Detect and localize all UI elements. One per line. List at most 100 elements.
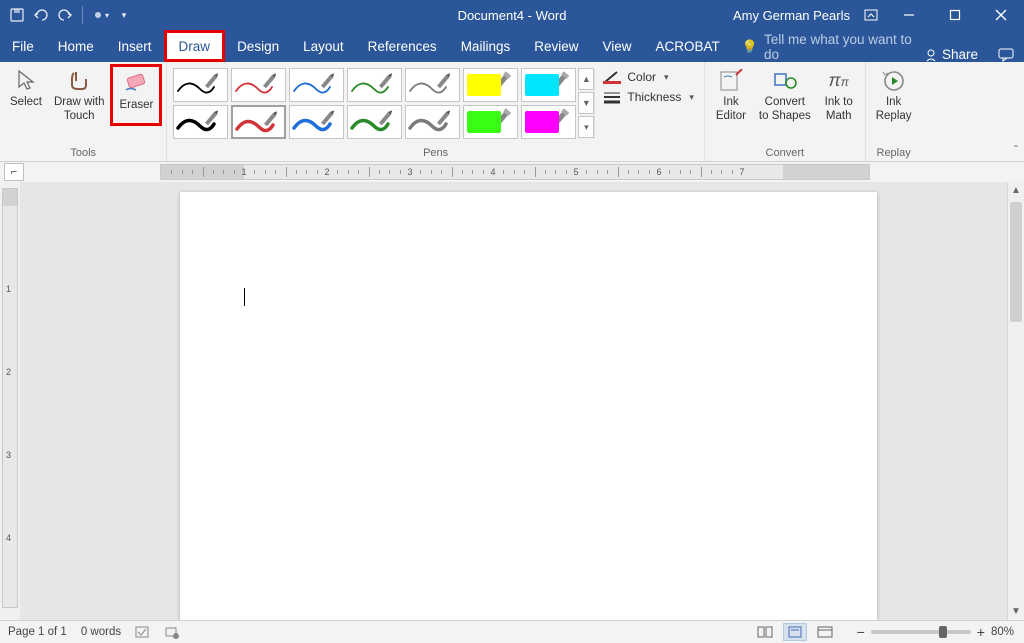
pen-swatch[interactable] — [347, 105, 402, 139]
tab-references[interactable]: References — [356, 30, 449, 62]
page-indicator[interactable]: Page 1 of 1 — [8, 626, 67, 638]
document-area: 1234 ▲ ▼ — [0, 182, 1024, 620]
to-math-label-1: Ink to — [825, 96, 853, 110]
read-mode-button[interactable] — [753, 623, 777, 641]
horizontal-ruler[interactable]: 1234567 — [160, 164, 870, 180]
text-cursor — [244, 288, 245, 306]
convert-to-shapes-button[interactable]: Convert to Shapes — [753, 64, 817, 124]
tab-file[interactable]: File — [0, 30, 46, 62]
ink-editor-label-1: Ink — [723, 96, 738, 110]
replay-icon — [878, 68, 910, 94]
pen-color-label: Color — [627, 70, 656, 84]
ink-editor-label-2: Editor — [716, 110, 746, 124]
pen-color-dropdown[interactable]: Color ▾ — [603, 70, 694, 84]
collapse-ribbon-icon[interactable]: ˆ — [1014, 143, 1018, 157]
tab-acrobat[interactable]: ACROBAT — [644, 30, 732, 62]
ink-editor-icon — [715, 68, 747, 94]
maximize-button[interactable] — [932, 0, 978, 30]
quick-access-toolbar: ▾ ▾ — [0, 4, 135, 26]
pen-swatch[interactable] — [405, 68, 460, 102]
minimize-button[interactable] — [886, 0, 932, 30]
pens-scroll-up[interactable]: ▲ — [578, 68, 594, 90]
tab-design[interactable]: Design — [225, 30, 291, 62]
redo-icon[interactable] — [54, 4, 76, 26]
zoom-slider-handle[interactable] — [939, 626, 947, 638]
zoom-slider[interactable] — [871, 630, 971, 634]
ink-to-math-button[interactable]: ππ Ink to Math — [817, 64, 861, 124]
close-button[interactable] — [978, 0, 1024, 30]
group-convert: Ink Editor Convert to Shapes ππ Ink to M… — [705, 62, 866, 161]
select-label: Select — [10, 96, 42, 110]
tab-mailings[interactable]: Mailings — [449, 30, 523, 62]
spellcheck-icon[interactable] — [135, 625, 151, 639]
web-layout-button[interactable] — [813, 623, 837, 641]
word-count[interactable]: 0 words — [81, 626, 121, 638]
tab-selector[interactable]: ⌐ — [4, 163, 24, 181]
vertical-scrollbar[interactable]: ▲ ▼ — [1007, 182, 1024, 620]
pen-swatch[interactable] — [347, 68, 402, 102]
tab-layout[interactable]: Layout — [291, 30, 356, 62]
zoom-in-button[interactable]: + — [977, 624, 985, 640]
ink-replay-button[interactable]: Ink Replay — [870, 64, 918, 124]
scroll-down-icon[interactable]: ▼ — [1008, 603, 1024, 620]
touch-mode-icon[interactable]: ▾ — [89, 4, 111, 26]
tab-insert[interactable]: Insert — [106, 30, 164, 62]
pen-swatch[interactable] — [521, 68, 576, 102]
macro-record-icon[interactable] — [165, 625, 179, 639]
pen-swatch[interactable] — [231, 68, 286, 102]
zoom-out-button[interactable]: − — [857, 624, 865, 640]
pen-swatch[interactable] — [231, 105, 286, 139]
vertical-ruler-container: 1234 — [0, 182, 20, 620]
pen-swatch[interactable] — [463, 105, 518, 139]
pens-scroll-down[interactable]: ▼ — [578, 92, 594, 114]
save-icon[interactable] — [6, 4, 28, 26]
tell-me-search[interactable]: 💡 Tell me what you want to do — [732, 32, 914, 62]
to-shapes-label-2: to Shapes — [759, 110, 811, 124]
pen-swatch[interactable] — [463, 68, 518, 102]
titlebar: ▾ ▾ Document4 - Word Amy German Pearls — [0, 0, 1024, 30]
draw-with-touch-button[interactable]: Draw with Touch — [48, 64, 110, 124]
undo-icon[interactable] — [30, 4, 52, 26]
pen-swatch[interactable] — [405, 105, 460, 139]
tell-me-placeholder: Tell me what you want to do — [764, 32, 914, 62]
ink-editor-button[interactable]: Ink Editor — [709, 64, 753, 124]
pen-swatch[interactable] — [173, 105, 228, 139]
tab-review[interactable]: Review — [522, 30, 590, 62]
share-label: Share — [942, 47, 978, 62]
pens-gallery: ▲ ▼ ▾ — [171, 64, 594, 141]
ribbon-display-options-icon[interactable] — [856, 4, 886, 26]
pen-swatch[interactable] — [173, 68, 228, 102]
ruler-number: 5 — [573, 167, 578, 177]
document-page[interactable] — [180, 192, 877, 620]
group-pens-label: Pens — [171, 145, 700, 161]
ruler-number: 2 — [324, 167, 329, 177]
qat-customize-icon[interactable]: ▾ — [113, 4, 135, 26]
pen-swatch[interactable] — [289, 68, 344, 102]
page-viewport[interactable] — [20, 182, 1024, 620]
share-button[interactable]: Share — [914, 47, 988, 62]
to-math-label-2: Math — [826, 110, 852, 124]
draw-touch-label-2: Touch — [64, 110, 95, 124]
pen-swatch[interactable] — [289, 105, 344, 139]
lightbulb-icon: 💡 — [742, 39, 758, 55]
pens-gallery-scroll: ▲ ▼ ▾ — [578, 64, 594, 141]
user-name[interactable]: Amy German Pearls — [733, 8, 856, 23]
tab-draw[interactable]: Draw — [164, 30, 226, 62]
ruler-number: 1 — [241, 167, 246, 177]
scrollbar-thumb[interactable] — [1010, 202, 1022, 322]
group-convert-label: Convert — [709, 145, 861, 161]
select-button[interactable]: Select — [4, 64, 48, 110]
vertical-ruler[interactable]: 1234 — [2, 188, 18, 608]
print-layout-button[interactable] — [783, 623, 807, 641]
pen-format-controls: Color ▾ Thickness ▾ — [595, 64, 700, 104]
tab-view[interactable]: View — [590, 30, 643, 62]
eraser-button[interactable]: Eraser — [110, 64, 162, 126]
pens-gallery-expand[interactable]: ▾ — [578, 116, 594, 138]
zoom-level[interactable]: 80% — [991, 626, 1014, 638]
pen-swatch[interactable] — [521, 105, 576, 139]
group-tools: Select Draw with Touch Eraser Tools — [0, 62, 167, 161]
comments-icon[interactable] — [988, 48, 1024, 62]
pen-thickness-dropdown[interactable]: Thickness ▾ — [603, 90, 694, 104]
scroll-up-icon[interactable]: ▲ — [1008, 182, 1024, 199]
tab-home[interactable]: Home — [46, 30, 106, 62]
